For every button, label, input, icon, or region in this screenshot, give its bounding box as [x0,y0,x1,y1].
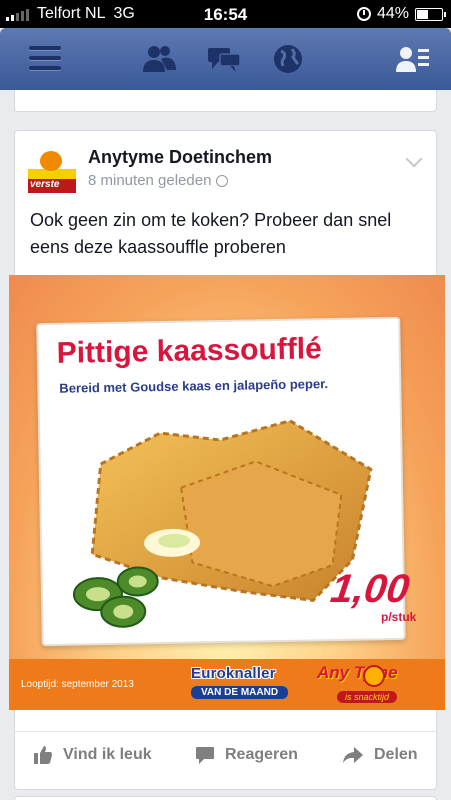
pumpkin-icon [363,665,385,687]
thumbs-up-icon [34,746,52,764]
ad-subtitle: Bereid met Goudse kaas en jalapeño peper… [59,376,329,396]
ad-period: Looptijd: september 2013 [21,679,134,690]
price: 1,00 [327,567,413,611]
anytyme-logo: Any Tyme is snacktijd [317,663,435,707]
post-text: Ook geen zin om te koken? Probeer dan sn… [30,210,392,257]
previous-post-card [14,90,437,112]
ad-title: Pittige kaassoufflé [56,332,323,370]
messages-icon[interactable] [206,42,242,76]
comment-bubble-icon [196,747,214,764]
status-bar: Telfort NL 3G 16:54 44% [0,0,451,28]
like-button[interactable]: Vind ik leuk [33,745,152,765]
battery-icon [415,7,446,21]
ad-footer-bar: Looptijd: september 2013 Euroknaller VAN… [9,659,445,710]
share-label: Delen [374,746,418,763]
facebook-nav-bar [0,28,451,90]
post-image[interactable]: Pittige kaassoufflé Bereid met Goudse ka… [9,275,445,710]
price-unit: p/stuk [381,610,417,624]
friend-requests-icon[interactable] [141,42,177,76]
menu-icon[interactable] [27,42,63,76]
share-arrow-icon [343,747,363,763]
notifications-globe-icon[interactable] [270,42,306,76]
van-de-maand-text: VAN DE MAAND [191,686,289,699]
public-globe-icon [216,174,229,187]
anytyme-tagline: is snacktijd [337,691,398,703]
chevron-down-icon[interactable] [405,150,423,168]
timestamp-text: 8 minuten geleden [88,172,212,189]
euroknaller-text: Euroknaller [191,665,276,682]
comment-label: Reageren [225,746,298,763]
page-name-link[interactable]: Anytyme Doetinchem [88,147,272,168]
contacts-icon[interactable] [394,42,430,76]
share-button[interactable]: Delen [342,745,418,765]
post-actions: Vind ik leuk Reageren Delen [15,731,436,789]
euroknaller-logo: Euroknaller VAN DE MAAND [191,665,303,705]
comment-button[interactable]: Reageren [195,745,298,765]
alarm-clock-icon [356,7,371,21]
post-card: verste Anytyme Doetinchem 8 minuten gele… [9,130,445,790]
next-post-card [14,796,437,800]
battery-percent: 44% [376,5,409,22]
avatar[interactable]: verste [28,145,76,193]
post-timestamp[interactable]: 8 minuten geleden [88,172,229,189]
like-label: Vind ik leuk [63,746,152,763]
